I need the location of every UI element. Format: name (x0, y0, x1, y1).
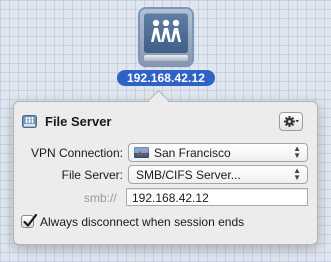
server-icon-base (144, 55, 188, 61)
vpn-connection-popup[interactable]: San Francisco ▲ ▼ (128, 143, 308, 162)
popup-stepper-icon: ▲ ▼ (293, 144, 301, 160)
file-server-icon[interactable] (140, 9, 192, 65)
popup-stepper-icon: ▲ ▼ (293, 166, 301, 182)
checkmark-icon (23, 213, 38, 227)
always-disconnect-checkbox[interactable] (21, 213, 38, 228)
smb-prefix-label: smb:// (84, 191, 117, 205)
file-server-popup[interactable]: SMB/CIFS Server... ▲ ▼ (128, 165, 308, 184)
always-disconnect-label[interactable]: Always disconnect when session ends (40, 215, 244, 229)
file-server-small-icon (22, 115, 37, 128)
popover-title: File Server (45, 114, 112, 129)
san-francisco-flag-icon (134, 147, 149, 158)
server-address-field[interactable]: 192.168.42.12 (126, 188, 308, 206)
server-ip-label[interactable]: 192.168.42.12 (117, 70, 215, 86)
vpn-connection-label: VPN Connection: (30, 146, 123, 160)
server-address-value: 192.168.42.12 (132, 191, 209, 205)
vpn-connection-value: San Francisco (154, 146, 231, 160)
people-glyph-icon (151, 19, 181, 42)
file-server-value: SMB/CIFS Server... (136, 168, 241, 182)
file-server-label: File Server: (61, 168, 123, 182)
gear-icon (284, 116, 299, 127)
gear-action-button[interactable] (279, 112, 303, 131)
